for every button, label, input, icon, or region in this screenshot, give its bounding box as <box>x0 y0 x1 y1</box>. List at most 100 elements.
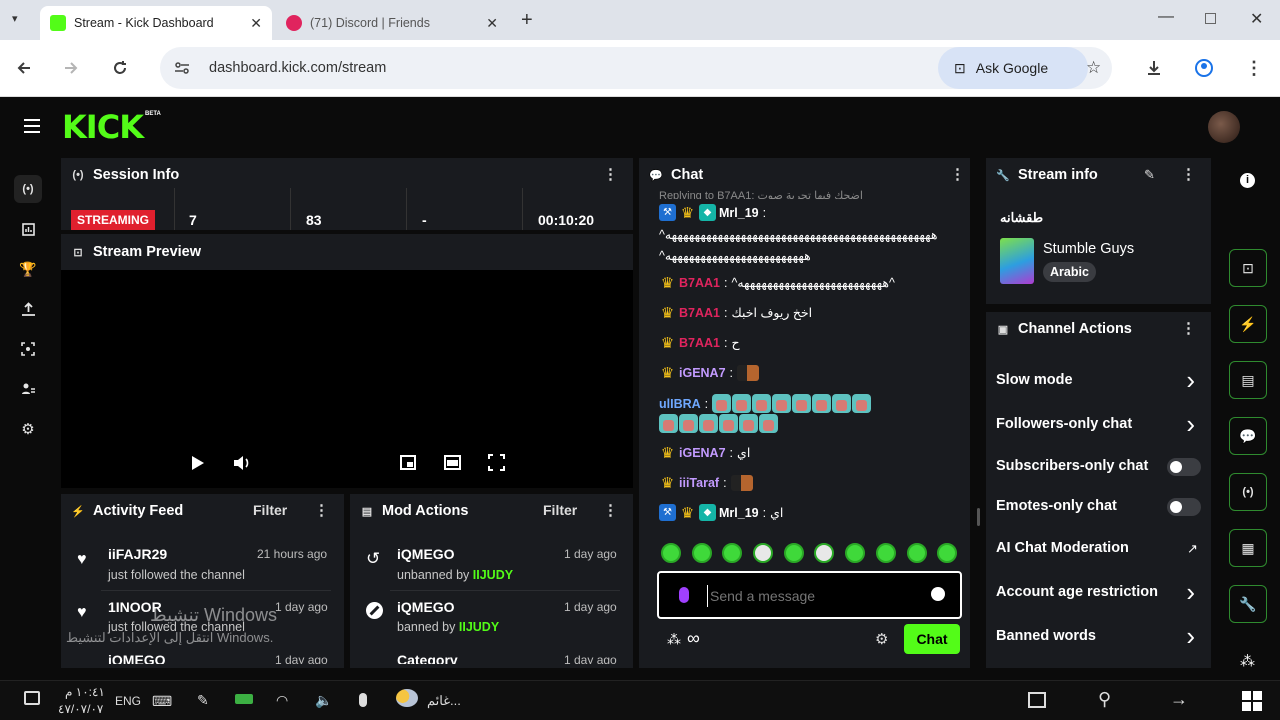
right-rail-layout-button[interactable]: ▦ <box>1229 529 1267 567</box>
url-text[interactable]: dashboard.kick.com/stream <box>209 60 386 76</box>
channel-action-ai-chat-moderation[interactable]: AI Chat Moderation <box>996 540 1129 556</box>
kick-dots-icon[interactable]: ⁂ <box>667 631 681 648</box>
chat-username[interactable]: B7AA1 <box>679 336 720 350</box>
chat-username[interactable]: iiiTaraf <box>679 476 719 490</box>
channel-action-subscribers-only-chat[interactable]: Subscribers-only chat <box>996 458 1148 474</box>
edit-pencil-icon[interactable]: ✎ <box>1144 167 1155 183</box>
close-tab-icon[interactable]: ✕ <box>486 15 498 32</box>
taskbar-lang[interactable]: ENG <box>115 694 141 708</box>
taskbar-time[interactable]: ١٠:٤١ م <box>65 685 105 699</box>
chat-message[interactable]: ulIBRA: <box>659 394 962 433</box>
channel-actions-menu-icon[interactable]: ⋮ <box>1181 321 1196 336</box>
arrow-icon[interactable]: → <box>1170 689 1188 710</box>
chat-message[interactable]: ♛ B7AA1: اخخ ريوف اخبك <box>659 304 812 322</box>
chat-username[interactable]: Mrl_19 <box>719 206 759 220</box>
chat-menu-icon[interactable]: ⋮ <box>950 167 965 182</box>
quick-emote-icon[interactable] <box>722 543 743 563</box>
quick-emote-icon[interactable] <box>661 543 681 563</box>
right-rail-dots-icon[interactable]: ⁂ <box>1240 652 1255 670</box>
channel-action-slow-mode[interactable]: Slow mode <box>996 372 1073 388</box>
chat-send-button[interactable]: Chat <box>904 624 960 654</box>
chat-input-box[interactable] <box>657 571 962 619</box>
close-window-icon[interactable]: ✕ <box>1250 9 1263 29</box>
battery-icon[interactable] <box>235 694 253 704</box>
chat-username[interactable]: ulIBRA <box>659 397 701 411</box>
category-thumbnail[interactable] <box>1000 238 1034 284</box>
sidebar-item-users[interactable] <box>14 375 42 403</box>
right-rail-lightning-button[interactable]: ⚡ <box>1229 305 1267 343</box>
microphone-tray-icon[interactable] <box>359 693 367 707</box>
sidebar-item-stream[interactable]: (•) <box>14 175 42 203</box>
mod-by[interactable]: IIJUDY <box>459 620 499 634</box>
chat-username[interactable]: B7AA1 <box>679 306 720 320</box>
taskbar-date[interactable]: ٤٧/٠٧/٠٧ <box>58 702 103 716</box>
channel-action-banned-words[interactable]: Banned words <box>996 628 1096 644</box>
bookmark-star-icon[interactable]: ☆ <box>1086 58 1101 78</box>
emoji-picker-icon[interactable] <box>931 587 945 601</box>
mod-filter-button[interactable]: Filter <box>543 502 577 518</box>
keyboard-icon[interactable]: ⌨ <box>152 693 172 710</box>
toggle-switch[interactable] <box>1167 498 1201 516</box>
right-rail-wrench-button[interactable]: 🔧 <box>1229 585 1267 623</box>
chat-message[interactable]: ♛ B7AA1: ^هههههههههههههههههههههههههه^ <box>659 274 895 292</box>
weather-icon[interactable] <box>396 689 418 707</box>
profile-icon[interactable] <box>1190 54 1218 82</box>
chat-message[interactable]: ♛ iiiTaraf: <box>659 474 753 492</box>
omnibox[interactable]: dashboard.kick.com/stream ⊡ Ask Google ☆ <box>160 47 1112 89</box>
tab-kick-dashboard[interactable]: Stream - Kick Dashboard ✕ <box>40 6 272 40</box>
quick-emote-icon[interactable] <box>875 543 896 563</box>
chat-username[interactable]: Mrl_19 <box>719 506 759 520</box>
chevron-right-icon[interactable]: › <box>1186 579 1195 605</box>
right-rail-broadcast-button[interactable]: (•) <box>1229 473 1267 511</box>
chat-message[interactable]: ^ههههههههههههههههههههههههه <box>659 248 811 263</box>
ask-google-button[interactable]: ⊡ Ask Google <box>938 47 1088 89</box>
forward-icon[interactable] <box>57 54 85 82</box>
chat-username[interactable]: iGENA7 <box>679 366 726 380</box>
weather-text[interactable]: غائم... <box>427 693 461 709</box>
external-link-icon[interactable]: ↗ <box>1187 541 1198 557</box>
language-tag[interactable]: Arabic <box>1043 262 1096 282</box>
restore-icon[interactable] <box>1205 13 1216 24</box>
stream-info-menu-icon[interactable]: ⋮ <box>1181 167 1196 182</box>
close-tab-icon[interactable]: ✕ <box>250 15 262 32</box>
info-icon[interactable]: i <box>1240 173 1255 188</box>
mod-by[interactable]: IIJUDY <box>473 568 513 582</box>
chevron-right-icon[interactable]: › <box>1186 623 1195 649</box>
task-view-icon[interactable] <box>1028 692 1046 708</box>
wifi-icon[interactable]: ◠ <box>276 692 288 709</box>
channel-action-account-age-restriction[interactable]: Account age restriction <box>996 584 1158 600</box>
activity-menu-icon[interactable]: ⋮ <box>314 503 329 518</box>
sidebar-item-capture[interactable] <box>14 335 42 363</box>
fullscreen-icon[interactable] <box>488 454 505 471</box>
activity-user[interactable]: iQMEGO <box>108 652 166 664</box>
quick-emote-icon[interactable] <box>845 543 866 563</box>
chat-message[interactable]: ♛ iGENA7: اي <box>659 444 751 462</box>
quick-emote-icon[interactable] <box>753 543 774 563</box>
infinity-icon[interactable]: ∞ <box>687 628 700 649</box>
browser-menu-icon[interactable]: ⋮ <box>1240 54 1268 82</box>
minimize-icon[interactable]: — <box>1158 8 1174 26</box>
tab-discord[interactable]: (71) Discord | Friends ✕ <box>276 6 508 40</box>
theater-icon[interactable] <box>444 455 461 470</box>
activity-filter-button[interactable]: Filter <box>253 502 287 518</box>
speaker-icon[interactable]: 🔈 <box>315 692 332 709</box>
session-menu-icon[interactable]: ⋮ <box>603 167 618 182</box>
new-tab-icon[interactable]: + <box>521 9 533 32</box>
right-rail-chat-button[interactable]: 💬 <box>1229 417 1267 455</box>
quick-emote-icon[interactable] <box>691 543 712 563</box>
chat-username[interactable]: B7AA1 <box>679 276 720 290</box>
chat-message[interactable]: ♛ iGENA7: <box>659 364 760 382</box>
sidebar-item-trophy[interactable]: 🏆 <box>14 255 42 283</box>
reload-icon[interactable] <box>106 54 134 82</box>
sidebar-item-upload[interactable] <box>14 295 42 323</box>
channel-action-followers-only-chat[interactable]: Followers-only chat <box>996 416 1132 432</box>
mod-target[interactable]: Category <box>397 652 458 664</box>
miniplayer-icon[interactable] <box>400 455 416 470</box>
search-icon[interactable]: ⚲ <box>1098 689 1111 710</box>
back-icon[interactable] <box>10 54 38 82</box>
chat-message[interactable]: ^ههههههههههههههههههههههههههههههههههههههه… <box>659 227 937 242</box>
microphone-icon[interactable] <box>679 587 689 603</box>
volume-icon[interactable] <box>233 455 251 471</box>
activity-user[interactable]: iiFAJR29 <box>108 546 167 562</box>
chevron-right-icon[interactable]: › <box>1186 367 1195 393</box>
